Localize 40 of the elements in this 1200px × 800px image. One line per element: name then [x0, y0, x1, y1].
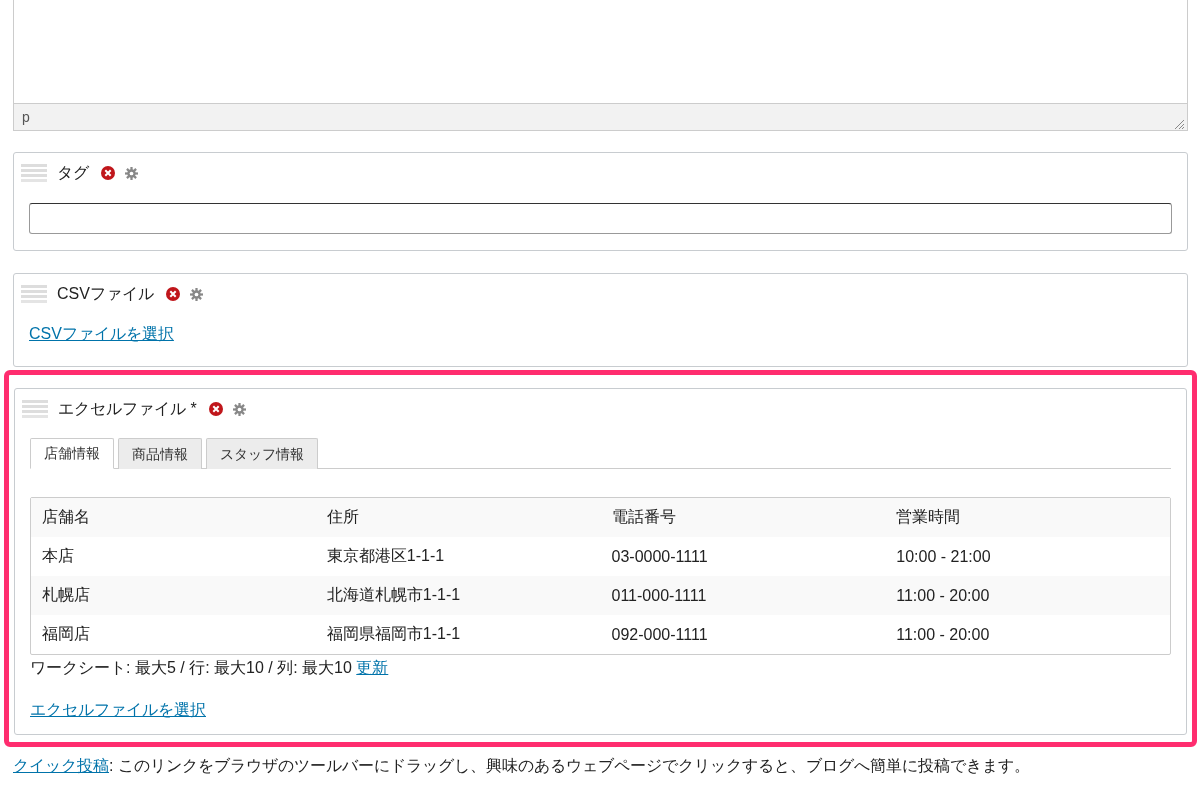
- sheet-limits-text: ワークシート: 最大5 / 行: 最大10 / 列: 最大10: [30, 659, 352, 676]
- table-cell-text: 092-000-1111: [610, 625, 709, 644]
- table-cell-text: 03-0000-1111: [610, 547, 709, 566]
- column-header: 店舗名: [41, 507, 91, 527]
- sheet-tab[interactable]: 店舗情報: [30, 438, 114, 469]
- table-cell-text: 東京都港区1-1-1: [325, 546, 446, 566]
- panel-title: CSVファイル: [57, 283, 154, 304]
- delete-icon[interactable]: [165, 287, 180, 301]
- delete-icon[interactable]: [101, 166, 115, 180]
- column-header: 営業時間: [895, 507, 962, 527]
- panel-title: タグ: [57, 162, 89, 183]
- sheet-tab[interactable]: 商品情報: [118, 438, 202, 469]
- element-path: p: [22, 109, 30, 125]
- delete-icon[interactable]: [208, 402, 223, 416]
- settings-icon[interactable]: [232, 402, 246, 416]
- table-cell-text: 福岡店: [41, 624, 91, 644]
- tag-input-field[interactable]: [29, 203, 1172, 234]
- select-file-link[interactable]: エクセルファイルを選択: [30, 700, 206, 721]
- settings-icon[interactable]: [125, 166, 138, 180]
- table-cell-text: 10:00 - 21:00: [895, 547, 992, 566]
- table-cell-text: 11:00 - 20:00: [895, 586, 991, 605]
- table-cell-text: 福岡県福岡市1-1-1: [325, 624, 462, 644]
- drag-handle-icon[interactable]: [21, 285, 47, 303]
- drag-handle-icon[interactable]: [22, 400, 48, 418]
- table-cell-text: 札幌店: [41, 585, 91, 605]
- drag-handle-icon[interactable]: [21, 164, 47, 182]
- settings-icon[interactable]: [189, 287, 203, 301]
- table-cell-text: 11:00 - 20:00: [895, 625, 991, 644]
- quick-post-link[interactable]: クイック投稿: [13, 757, 109, 774]
- table-cell-text: 本店: [41, 546, 75, 566]
- table-cell-text: 北海道札幌市1-1-1: [325, 585, 462, 605]
- column-header: 住所: [325, 507, 360, 527]
- sheet-tab[interactable]: スタッフ情報: [206, 438, 318, 469]
- refresh-link[interactable]: 更新: [356, 659, 389, 676]
- select-file-link[interactable]: CSVファイルを選択: [29, 324, 174, 345]
- table-cell-text: 011-000-1111: [610, 586, 708, 605]
- column-header: 電話番号: [610, 507, 677, 527]
- panel-title: エクセルファイル *: [58, 398, 197, 419]
- resize-handle-icon[interactable]: [1173, 118, 1185, 130]
- quick-post-text: クイック投稿: このリンクをブラウザのツールバーにドラッグし、興味のあるウェブページでクリックすると、ブログへ簡単に投稿できます。: [13, 756, 1031, 776]
